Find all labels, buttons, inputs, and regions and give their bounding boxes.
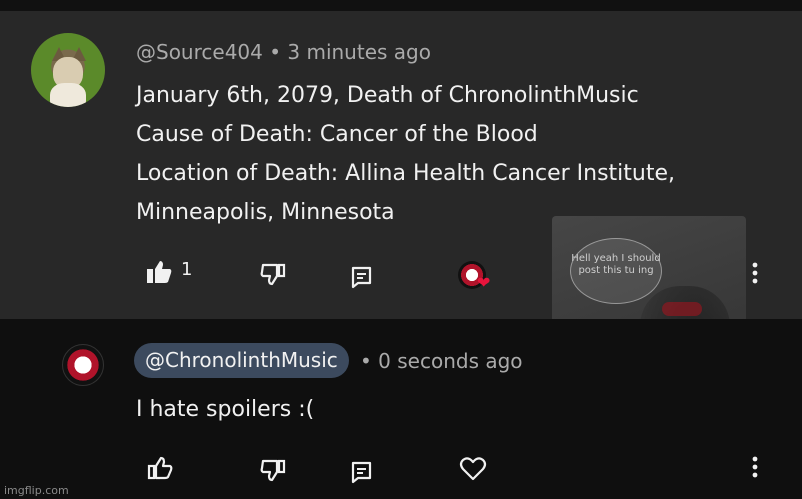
heart-button[interactable] [457, 454, 489, 484]
reply-card [0, 319, 802, 499]
commenter-avatar[interactable] [31, 33, 105, 107]
heart-outline-icon [459, 457, 487, 481]
thumbs-up-filled-icon [147, 261, 172, 283]
creator-chip[interactable]: @ChronolinthMusic [134, 343, 349, 378]
comment-line: Minneapolis, Minnesota [136, 200, 395, 225]
comment-line: Location of Death: Allina Health Cancer … [136, 161, 676, 186]
like-count: 1 [181, 259, 193, 280]
reply-avatar[interactable] [62, 344, 104, 386]
reply-icon [351, 266, 372, 289]
comment-time: • 3 minutes ago [269, 40, 431, 64]
speech-bubble: Hell yeah I should post this tu ing [570, 238, 662, 304]
top-bar [0, 0, 802, 11]
reply-time: • 0 seconds ago [360, 349, 523, 373]
like-button[interactable] [144, 258, 174, 286]
cat-body [50, 83, 86, 107]
more-vert-icon [752, 262, 758, 284]
dislike-button[interactable] [258, 260, 288, 288]
watermark: imgflip.com [4, 484, 69, 497]
more-options-button[interactable] [745, 258, 765, 288]
comment-line: Cause of Death: Cancer of the Blood [136, 122, 538, 147]
character-accent [662, 302, 702, 316]
comment-line: January 6th, 2079, Death of ChronolinthM… [136, 83, 639, 108]
thumbs-up-outline-icon [147, 456, 173, 480]
reply-dislike-button[interactable] [258, 456, 288, 484]
reply-button[interactable] [349, 264, 375, 290]
reply-icon [351, 461, 372, 484]
thumbs-down-icon [260, 263, 286, 286]
heart-icon: ❤ [477, 273, 491, 292]
reply-like-button[interactable] [145, 454, 175, 482]
more-vert-icon [752, 456, 758, 478]
reply-more-options-button[interactable] [745, 452, 765, 482]
comment-header: @Source404 • 3 minutes ago [136, 40, 431, 64]
reply-text: I hate spoilers :( [136, 397, 315, 422]
reply-reply-button[interactable] [349, 459, 375, 485]
comment-handle[interactable]: @Source404 [136, 40, 263, 64]
thumbs-down-icon [260, 459, 286, 482]
